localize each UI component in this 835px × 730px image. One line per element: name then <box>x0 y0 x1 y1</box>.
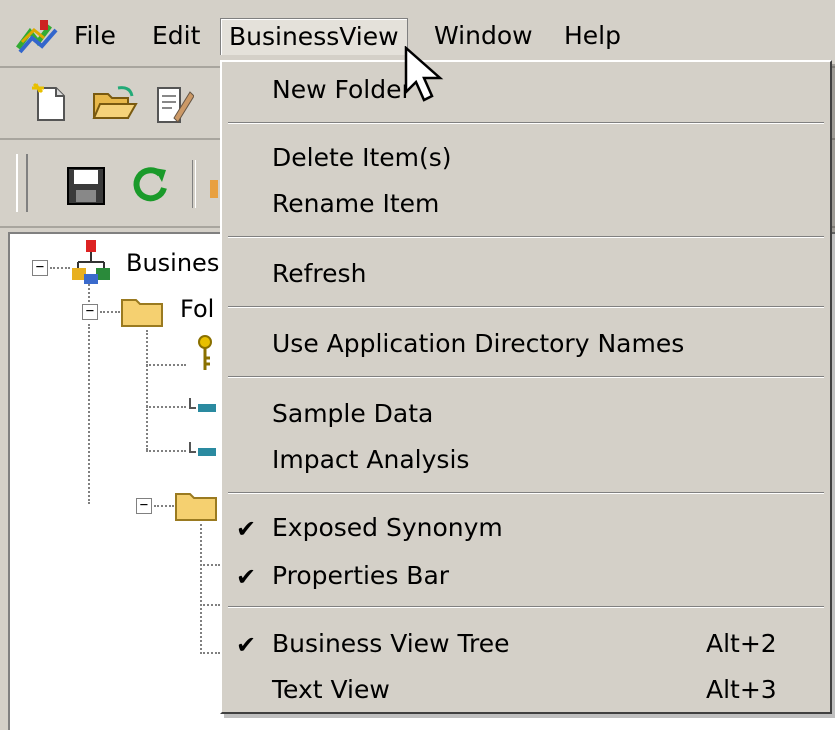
menu-item-shortcut: Alt+2 <box>706 629 777 658</box>
menu-separator <box>228 122 824 124</box>
new-document-icon[interactable] <box>30 82 72 124</box>
business-view-icon <box>72 240 110 284</box>
menu-item-new-folder[interactable]: New Folder <box>222 70 830 110</box>
checkmark-icon: ✔ <box>236 515 257 543</box>
menu-item-label: Business View Tree <box>272 629 510 658</box>
businessview-menu: New Folder Delete Item(s) Rename Item Re… <box>220 60 832 714</box>
menu-item-label: Impact Analysis <box>272 445 470 474</box>
menu-item-business-view-tree[interactable]: ✔ Business View Tree Alt+2 <box>222 624 830 664</box>
menu-businessview[interactable]: BusinessView <box>220 18 408 55</box>
folder-icon <box>175 493 217 521</box>
menu-item-label: Rename Item <box>272 189 440 218</box>
key-icon <box>198 335 212 370</box>
save-icon[interactable] <box>66 166 106 206</box>
collapse-folder-toggle[interactable]: − <box>82 304 98 320</box>
menu-item-sample-data[interactable]: Sample Data <box>222 394 830 434</box>
menu-item-rename-item[interactable]: Rename Item <box>222 184 830 224</box>
collapse-folder-toggle[interactable]: − <box>136 498 152 514</box>
menu-item-properties-bar[interactable]: ✔ Properties Bar <box>222 556 830 596</box>
menu-item-label: Use Application Directory Names <box>272 329 685 358</box>
menu-item-label: New Folder <box>272 75 412 104</box>
menu-separator <box>228 492 824 494</box>
menu-item-label: Exposed Synonym <box>272 513 503 542</box>
menu-file[interactable]: File <box>66 18 124 54</box>
menu-item-shortcut: Alt+3 <box>706 675 777 704</box>
menu-item-label: Delete Item(s) <box>272 143 452 172</box>
toolbar-grip[interactable] <box>16 154 28 212</box>
menu-item-label: Properties Bar <box>272 561 450 590</box>
collapse-root-toggle[interactable]: − <box>32 260 48 276</box>
menu-item-use-application-directory-names[interactable]: Use Application Directory Names <box>222 324 830 364</box>
edit-document-icon[interactable] <box>152 82 194 126</box>
menu-item-label: Refresh <box>272 259 367 288</box>
mouse-cursor-icon <box>404 46 444 102</box>
field-icon <box>189 398 216 412</box>
menu-item-delete-items[interactable]: Delete Item(s) <box>222 138 830 178</box>
menu-separator <box>228 306 824 308</box>
field-icon <box>189 442 216 456</box>
menu-separator <box>228 606 824 608</box>
menu-separator <box>228 376 824 378</box>
menu-item-impact-analysis[interactable]: Impact Analysis <box>222 440 830 480</box>
menu-item-refresh[interactable]: Refresh <box>222 254 830 294</box>
toolbar-partial-icon <box>210 180 218 198</box>
refresh-icon[interactable] <box>130 164 170 206</box>
checkmark-icon: ✔ <box>236 631 257 659</box>
checkmark-icon: ✔ <box>236 563 257 591</box>
menu-item-label: Sample Data <box>272 399 434 428</box>
tree-root-label[interactable]: Busines <box>126 248 219 278</box>
app-icon <box>16 20 58 54</box>
menu-edit[interactable]: Edit <box>144 18 208 54</box>
menu-item-exposed-synonym[interactable]: ✔ Exposed Synonym <box>222 508 830 548</box>
menu-help[interactable]: Help <box>556 18 629 54</box>
menu-item-text-view[interactable]: Text View Alt+3 <box>222 670 830 710</box>
tree-folder-label[interactable]: Fol <box>180 294 214 324</box>
menu-item-label: Text View <box>272 675 390 704</box>
menu-separator <box>228 236 824 238</box>
toolbar-separator <box>192 160 196 208</box>
open-folder-icon[interactable] <box>92 84 138 124</box>
folder-icon <box>121 299 163 327</box>
